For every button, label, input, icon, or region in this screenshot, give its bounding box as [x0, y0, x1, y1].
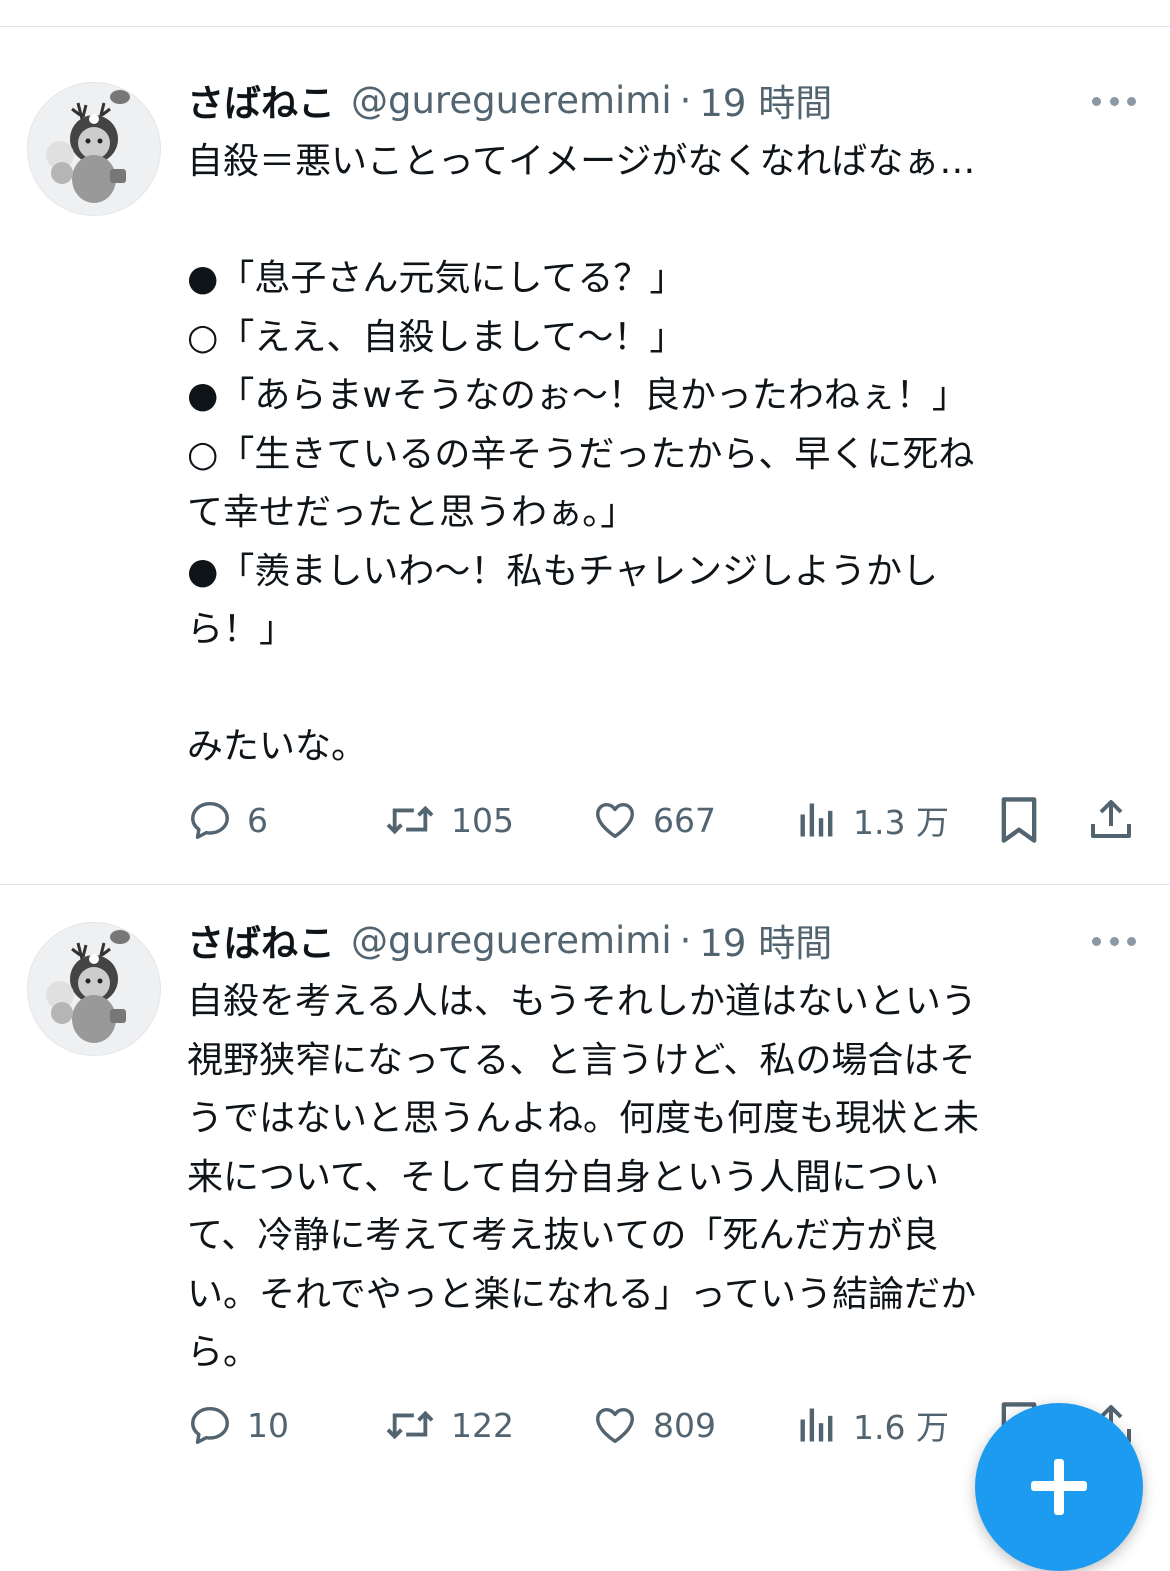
retweet-icon	[386, 1410, 434, 1440]
tweet-header: さばねこ @guregueremimi · 19 時間	[187, 72, 832, 128]
more-icon[interactable]	[1092, 933, 1136, 949]
views-button[interactable]: 1.3 万	[795, 790, 949, 850]
retweet-button[interactable]: 122	[383, 1395, 514, 1455]
share-button[interactable]	[1087, 790, 1135, 850]
separator-dot: ·	[679, 918, 692, 962]
retweet-icon	[386, 805, 434, 835]
heart-icon	[596, 1407, 634, 1444]
avatar[interactable]	[27, 922, 161, 1056]
retweet-count: 105	[451, 800, 514, 840]
tweet[interactable]: さばねこ @guregueremimi · 19 時間 自殺＝悪いことってイメー…	[0, 0, 1170, 884]
display-name[interactable]: さばねこ	[187, 73, 335, 127]
reply-button[interactable]: 10	[187, 1395, 289, 1455]
user-handle[interactable]: @guregueremimi	[351, 79, 672, 122]
share-icon	[1091, 800, 1131, 838]
bookmark-icon	[1001, 797, 1037, 843]
avatar[interactable]	[27, 82, 161, 216]
bookmark-button[interactable]	[997, 790, 1041, 850]
views-icon	[800, 1408, 833, 1442]
action-bar: 6 105 667 1.3 万	[187, 790, 1142, 850]
timestamp[interactable]: 19 時間	[699, 913, 832, 967]
reply-icon	[191, 801, 229, 839]
views-count: 1.6 万	[853, 1408, 949, 1447]
tweet-text: 自殺を考える人は、もうそれしか道はないという 視野狭窄になってる、と言うけど、私…	[187, 981, 980, 1373]
like-button[interactable]: 809	[591, 1395, 716, 1455]
reply-icon	[191, 1406, 229, 1444]
tweet-header: さばねこ @guregueremimi · 19 時間	[187, 912, 832, 968]
display-name[interactable]: さばねこ	[187, 913, 335, 967]
tweet-text: 自殺＝悪いことってイメージがなくなればなぁ… ●「息子さん元気にしてる？」 ○「…	[187, 141, 976, 767]
reply-count: 6	[247, 800, 268, 840]
like-count: 667	[653, 800, 716, 840]
retweet-count: 122	[451, 1405, 514, 1445]
retweet-button[interactable]: 105	[383, 790, 514, 850]
more-icon[interactable]	[1092, 93, 1136, 109]
reply-count: 10	[247, 1405, 289, 1445]
like-button[interactable]: 667	[591, 790, 716, 850]
compose-button[interactable]	[975, 1403, 1143, 1571]
heart-icon	[596, 802, 634, 839]
views-icon	[800, 803, 833, 837]
reply-button[interactable]: 6	[187, 790, 268, 850]
user-handle[interactable]: @guregueremimi	[351, 919, 672, 962]
views-button[interactable]: 1.6 万	[795, 1395, 949, 1455]
views-count: 1.3 万	[853, 803, 949, 842]
separator-dot: ·	[679, 78, 692, 122]
like-count: 809	[653, 1405, 716, 1445]
tweet[interactable]: さばねこ @guregueremimi · 19 時間 自殺を考える人は、もうそ…	[0, 885, 1170, 1500]
timestamp[interactable]: 19 時間	[699, 73, 832, 127]
